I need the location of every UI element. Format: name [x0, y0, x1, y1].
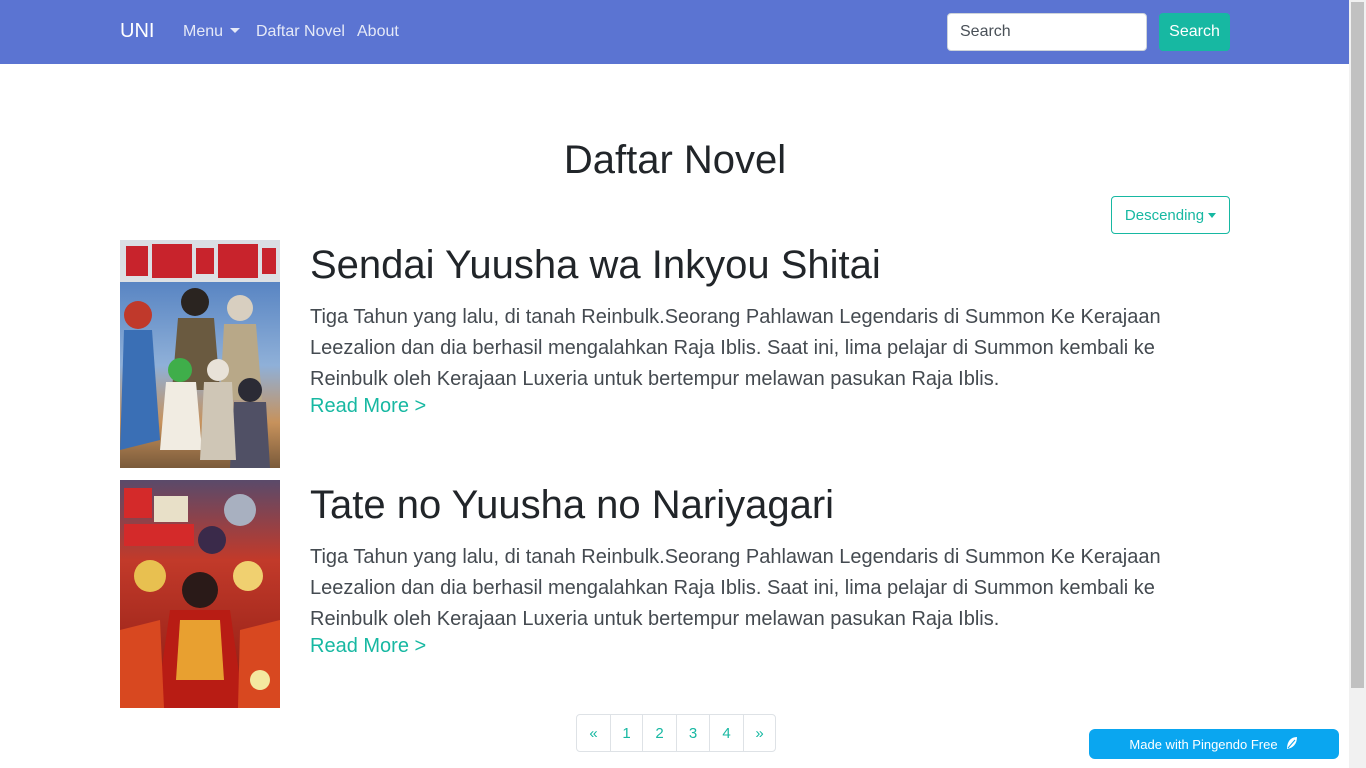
chevron-down-icon [230, 28, 241, 33]
nav-link-daftar-novel[interactable]: Daftar Novel [256, 23, 345, 41]
chevron-down-icon [1208, 212, 1217, 218]
pingendo-badge-label: Made with Pingendo Free [1129, 736, 1278, 752]
sort-dropdown-button[interactable]: Descending [1111, 196, 1230, 234]
pagination-page-1[interactable]: 1 [610, 715, 642, 751]
pingendo-badge[interactable]: Made with Pingendo Free [1089, 729, 1339, 759]
pagination: « 1 2 3 4 » [576, 714, 776, 752]
sort-label: Descending [1124, 206, 1205, 224]
page-title: Daftar Novel [563, 138, 787, 182]
novel-description: Tiga Tahun yang lalu, di tanah Reinbulk.… [310, 306, 1161, 390]
novel-title: Sendai Yuusha wa Inkyou Shitai [310, 243, 881, 287]
brand-logo[interactable]: UNI [120, 20, 154, 43]
pagination-page-2[interactable]: 2 [642, 715, 676, 751]
navbar: UNI Menu Daftar Novel About Search [0, 0, 1349, 64]
pingendo-leaf-icon [1285, 735, 1299, 754]
novel-cover-image[interactable] [120, 240, 280, 468]
nav-menu-label: Menu [183, 23, 224, 40]
nav-link-about[interactable]: About [357, 23, 399, 41]
novel-title: Tate no Yuusha no Nariyagari [310, 483, 835, 527]
pagination-previous[interactable]: « [577, 715, 610, 751]
novel-card: Tate no Yuusha no Nariyagari Tiga Tahun … [120, 480, 1230, 708]
novel-cover-image[interactable] [120, 480, 280, 708]
scrollbar-thumb[interactable] [1351, 2, 1364, 688]
pagination-page-3[interactable]: 3 [676, 715, 709, 751]
nav-menu-dropdown[interactable]: Menu [183, 23, 241, 41]
pagination-next[interactable]: » [743, 715, 775, 751]
read-more-link[interactable]: Read More > [310, 635, 426, 658]
pagination-page-4[interactable]: 4 [709, 715, 743, 751]
search-button[interactable]: Search [1159, 13, 1230, 51]
read-more-link[interactable]: Read More > [310, 395, 426, 418]
search-input[interactable] [947, 13, 1147, 51]
novel-card: Sendai Yuusha wa Inkyou Shitai Tiga Tahu… [120, 240, 1230, 468]
novel-description: Tiga Tahun yang lalu, di tanah Reinbulk.… [310, 546, 1161, 630]
